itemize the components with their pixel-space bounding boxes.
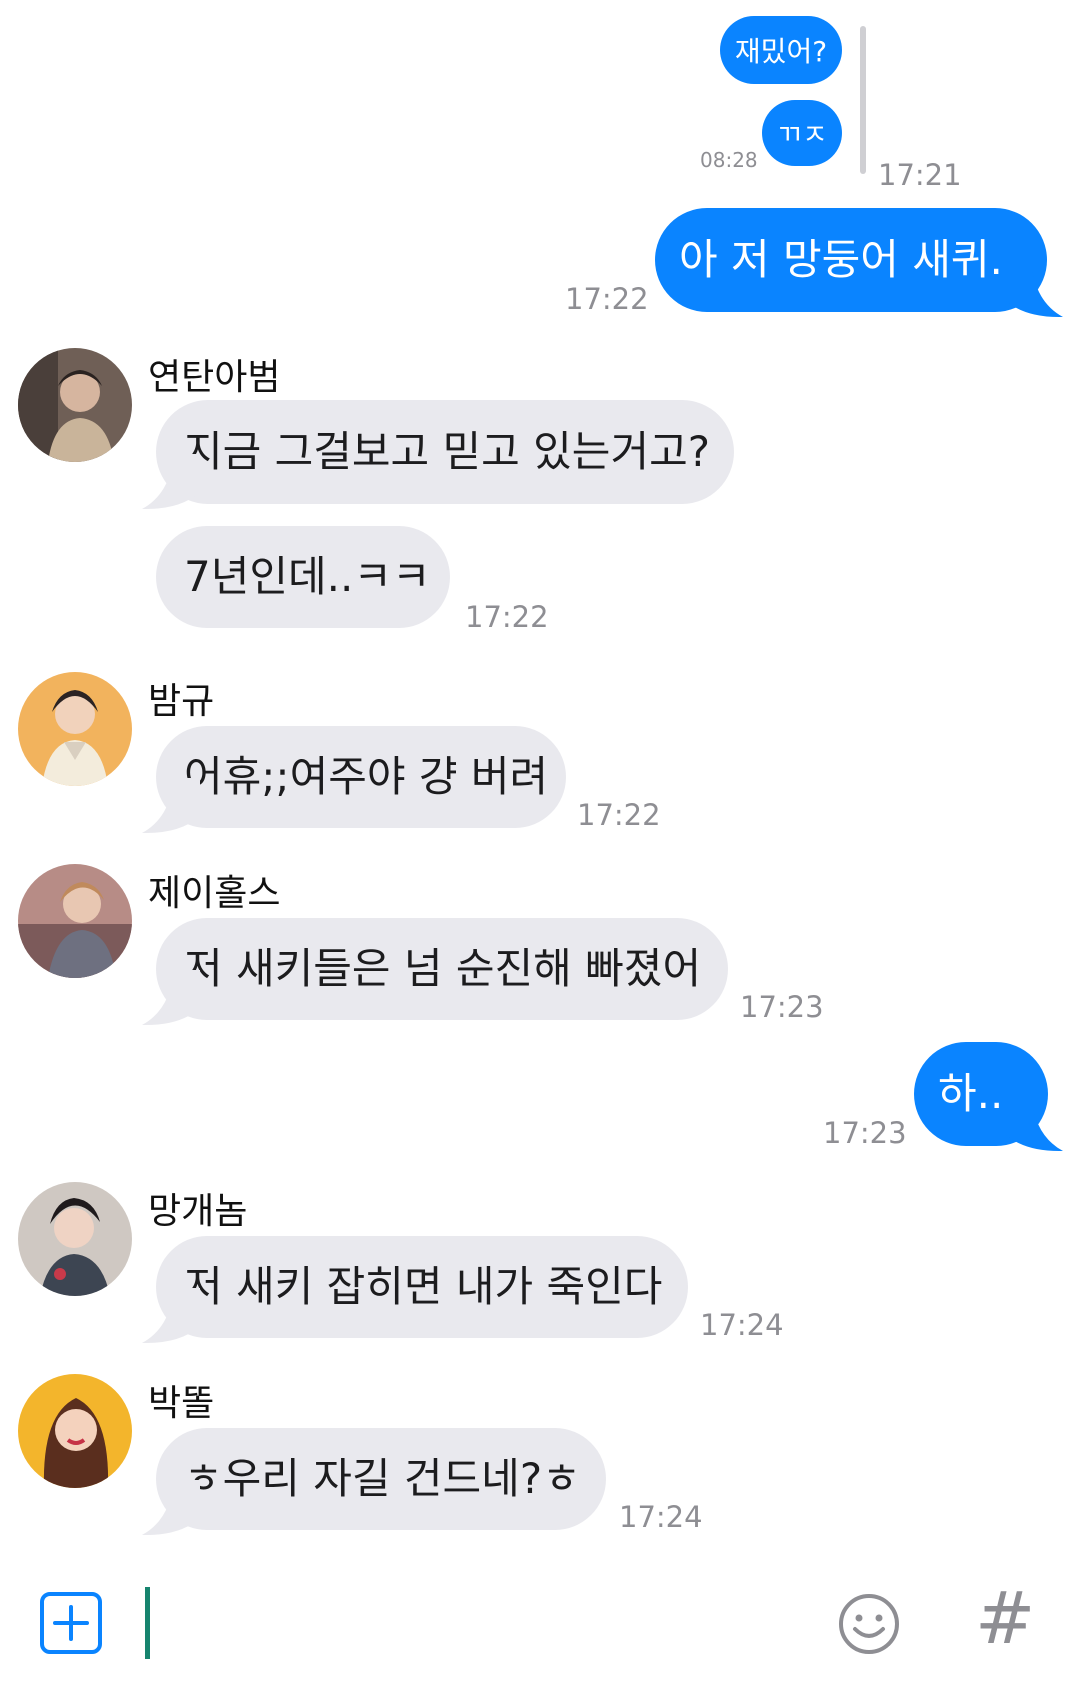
message-timestamp: 17:24	[619, 1500, 703, 1534]
message-timestamp: 17:23	[823, 1116, 907, 1150]
reply-indicator-line	[860, 26, 866, 174]
bubble-tail	[1005, 1096, 1063, 1152]
add-attachment-button[interactable]	[40, 1592, 102, 1654]
incoming-message-bubble[interactable]: ㅎ우리 자길 건드네?ㅎ	[156, 1428, 606, 1530]
sender-name: 제이홀스	[148, 873, 281, 914]
avatar[interactable]	[18, 1182, 132, 1296]
bubble-tail	[142, 778, 200, 834]
smiley-icon	[839, 1594, 899, 1654]
avatar[interactable]	[18, 672, 132, 786]
sender-name: 밤규	[148, 681, 215, 722]
quoted-bubble-1[interactable]: 재밌어?	[720, 16, 842, 84]
message-timestamp: 17:22	[565, 282, 649, 316]
hashtag-button[interactable]: #	[975, 1582, 1035, 1654]
quoted-timestamp: 08:28	[700, 148, 758, 172]
avatar[interactable]	[18, 864, 132, 978]
sender-name: 연탄아범	[148, 357, 281, 398]
emoji-button[interactable]	[838, 1593, 900, 1655]
sender-name: 망개놈	[148, 1191, 248, 1232]
message-timestamp: 17:22	[577, 798, 661, 832]
incoming-message-bubble[interactable]: 저 새키들은 넘 순진해 빠졌어	[156, 918, 728, 1020]
plus-square-icon	[53, 1605, 89, 1641]
avatar[interactable]	[18, 348, 132, 462]
outgoing-message-bubble[interactable]: 아 저 망둥어 새퀴.,.	[655, 208, 1047, 312]
sender-name: 박똘	[148, 1383, 215, 1424]
bubble-tail	[142, 970, 200, 1026]
message-timestamp: 17:22	[465, 600, 549, 634]
message-timestamp: 17:24	[700, 1308, 784, 1342]
incoming-message-bubble[interactable]: 지금 그걸보고 믿고 있는거고?	[156, 400, 734, 504]
incoming-message-bubble[interactable]: 저 새키 잡히면 내가 죽인다	[156, 1236, 688, 1338]
message-input[interactable]	[145, 1587, 150, 1659]
message-timestamp: 17:23	[740, 990, 824, 1024]
message-timestamp: 17:21	[878, 158, 962, 192]
avatar[interactable]	[18, 1374, 132, 1488]
bubble-tail	[142, 1288, 200, 1344]
incoming-message-bubble[interactable]: 어휴;;여주야 걍 버려	[156, 726, 566, 828]
bubble-tail	[1005, 262, 1063, 318]
bubble-tail	[142, 454, 200, 510]
quoted-bubble-2[interactable]: ㄲㅈ	[762, 100, 842, 166]
bubble-tail	[142, 1480, 200, 1536]
incoming-message-bubble[interactable]: 7년인데..ㅋㅋ	[156, 526, 450, 628]
